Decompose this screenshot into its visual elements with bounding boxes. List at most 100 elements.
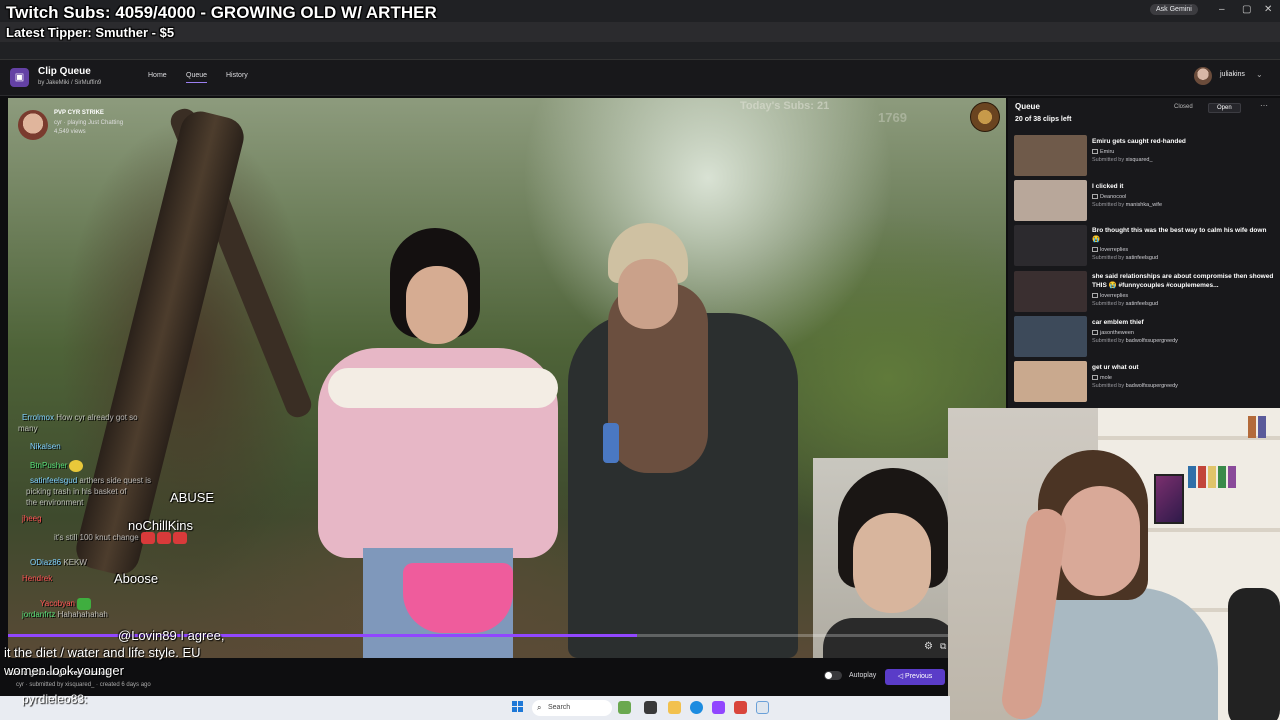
ask-gemini-button[interactable]: Ask Gemini: [1150, 4, 1198, 15]
latest-tipper: Latest Tipper: Smuther - $5: [6, 25, 175, 40]
clip-thumbnail: [1014, 361, 1087, 402]
queue-item-submitter: Submitted by badwolfxsupergreedy: [1092, 383, 1178, 389]
chat-line: ODiaz86 KEKW: [30, 558, 87, 567]
taskbar-app-icon[interactable]: [756, 701, 769, 714]
twitch-icon[interactable]: [712, 701, 725, 714]
tab-open[interactable]: Open: [1208, 103, 1241, 113]
streamer-inset-camera: [813, 458, 958, 658]
chat-line: it's still 100 knut change: [54, 532, 187, 544]
queue-item-submitter: Submitted by xisquared_: [1092, 157, 1153, 163]
clip-thumbnail: [1014, 271, 1087, 312]
queue-item[interactable]: I clicked it Deanocool Submitted by mani…: [1014, 180, 1276, 222]
channel-icon: [1092, 247, 1098, 253]
watermark-subs: Today's Subs: 21: [740, 100, 830, 112]
queue-panel: Queue Closed Open ⋯ 20 of 38 clips left …: [1008, 98, 1280, 408]
chrome-icon[interactable]: [690, 701, 703, 714]
taskbar-search-input[interactable]: Search: [532, 700, 612, 716]
queue-item-channel: loverreplies: [1092, 293, 1128, 299]
chat-line: Errolmox How cyr already got so: [22, 413, 138, 422]
chat-message: noChillKins: [128, 518, 194, 533]
share-icon[interactable]: ⧉: [940, 641, 946, 652]
chat-line: Nikalsen: [30, 442, 61, 451]
streamer-webcam: [948, 408, 1280, 720]
queue-title: Queue: [1015, 102, 1040, 111]
nav-history[interactable]: History: [226, 72, 248, 82]
playback-progress-fill: [8, 634, 637, 637]
chat-message: women look younger: [4, 663, 124, 678]
queue-item-submitter: Submitted by satinfeelsgud: [1092, 301, 1159, 307]
more-options-icon[interactable]: ⋯: [1260, 101, 1268, 110]
chat-line: jheeg: [22, 514, 42, 523]
queue-item-submitter: Submitted by badwolfxsupergreedy: [1092, 338, 1178, 344]
close-icon[interactable]: ✕: [1264, 4, 1272, 15]
queue-item[interactable]: she said relationships are about comprom…: [1014, 271, 1276, 313]
queue-item-channel: mole: [1092, 375, 1112, 381]
windows-taskbar: Search ⌕: [0, 696, 950, 720]
screen: Ask Gemini – ▢ ✕ ☆ ⧉ ◉ ⋮ ▦ ▣ Clip Queue …: [0, 0, 1280, 720]
channel-icon: [1092, 293, 1098, 299]
framed-picture: [1154, 474, 1184, 524]
queue-item[interactable]: get ur what out mole Submitted by badwol…: [1014, 361, 1276, 403]
taskbar-app-icon[interactable]: [618, 701, 631, 714]
nav-queue[interactable]: Queue: [186, 72, 208, 83]
chat-message: Aboose: [114, 571, 159, 586]
taskbar-app-icon[interactable]: [644, 701, 657, 714]
queue-item-title: car emblem thief: [1092, 319, 1144, 326]
maximize-icon[interactable]: ▢: [1242, 4, 1251, 15]
queue-item-title: Emiru gets caught red-handed: [1092, 138, 1186, 145]
woman-in-pink-figure: [308, 228, 558, 658]
clip-submission-info: cyr · submitted by xisquared_ · created …: [16, 682, 151, 688]
address-bar-row: ☆ ⧉ ◉ ⋮: [0, 22, 1280, 59]
brand-authors: by JakeMiki / SirMuffin9: [38, 80, 102, 86]
chat-line: picking trash in his basket of: [26, 487, 127, 496]
chat-line: BtnPusher: [30, 460, 84, 472]
nav-home[interactable]: Home: [148, 72, 167, 82]
clip-thumbnail: [1014, 135, 1087, 176]
channel-icon: [1092, 375, 1098, 381]
windows-start-icon[interactable]: [512, 701, 524, 713]
queue-item[interactable]: Emiru gets caught red-handed Emiru Submi…: [1014, 135, 1276, 177]
folder-icon[interactable]: [668, 701, 681, 714]
clip-queue-logo-icon[interactable]: ▣: [10, 68, 29, 87]
chat-username: pyrdieleo83:: [22, 692, 88, 706]
autoplay-toggle[interactable]: [824, 671, 842, 680]
chevron-down-icon[interactable]: ⌄: [1256, 70, 1263, 79]
gear-icon[interactable]: ⚙: [924, 641, 933, 652]
chat-line: satinfeelsgud arthers side quest is: [30, 476, 151, 485]
queue-item-title: she said relationships are about comprom…: [1092, 273, 1274, 289]
chat-line: the environment: [26, 498, 84, 507]
taskbar-app-icon[interactable]: [734, 701, 747, 714]
queue-item[interactable]: Bro thought this was the best way to cal…: [1014, 225, 1276, 267]
tree-trunk: [72, 107, 248, 579]
clip-views: 4,549 views: [54, 129, 86, 135]
chat-line: Hendrek: [22, 574, 53, 583]
chair: [1228, 588, 1280, 720]
channel-badge-icon: [970, 102, 1000, 132]
previous-button[interactable]: ◁ Previous: [885, 669, 945, 685]
chat-message: it the diet / water and life style. EU: [4, 645, 201, 660]
queue-item-channel: jasontheween: [1092, 330, 1134, 336]
stream-overlay-title: Twitch Subs: 4059/4000 - GROWING OLD W/ …: [6, 3, 437, 22]
watermark-number: 1769: [878, 110, 907, 125]
user-name[interactable]: juliakins: [1220, 71, 1245, 78]
clip-streamer-line: cyr · playing Just Chatting: [54, 120, 124, 126]
channel-icon: [1092, 330, 1098, 336]
queue-item-channel: loverreplies: [1092, 247, 1128, 253]
search-icon: ⌕: [537, 703, 542, 712]
tab-closed[interactable]: Closed: [1166, 103, 1201, 111]
chat-message: ABUSE: [170, 490, 215, 505]
chat-line: Yacobyan: [40, 598, 91, 610]
minimize-icon[interactable]: –: [1219, 4, 1225, 15]
clip-info-bar: Emiru gets caught red-handed cyr · submi…: [0, 658, 950, 696]
queue-item-submitter: Submitted by manishka_wife: [1092, 202, 1163, 208]
queue-item-channel: Emiru: [1092, 149, 1114, 155]
avatar[interactable]: [1194, 67, 1212, 85]
queue-item-title: get ur what out: [1092, 364, 1139, 371]
clip-thumbnail: [1014, 316, 1087, 357]
queue-item[interactable]: car emblem thief jasontheween Submitted …: [1014, 316, 1276, 358]
queue-item-submitter: Submitted by satinfeelsgud: [1092, 255, 1159, 261]
chat-message: @Lovin89 I agree,: [118, 628, 225, 643]
streamer-avatar[interactable]: [18, 110, 48, 140]
chat-line: jordanfrtz Hahahahahah: [22, 610, 108, 619]
pink-basket: [403, 563, 513, 633]
